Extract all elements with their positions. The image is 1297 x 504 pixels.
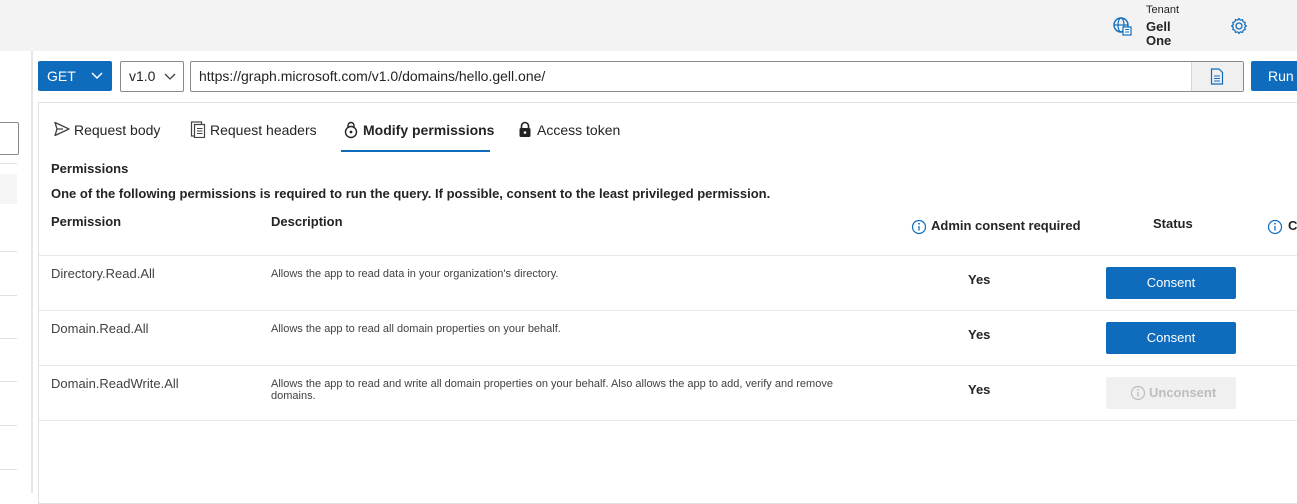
permission-description: Allows the app to read all domain proper…	[271, 323, 561, 335]
tab-request-headers[interactable]: Request headers	[190, 121, 320, 151]
url-input[interactable]: https://graph.microsoft.com/v1.0/domains…	[190, 61, 1244, 92]
permissions-note: One of the following permissions is requ…	[51, 186, 771, 201]
row-divider	[39, 420, 1297, 421]
tab-access-token[interactable]: Access token	[518, 121, 628, 151]
divider	[0, 163, 17, 164]
docs-button[interactable]	[1191, 62, 1243, 91]
permission-name: Domain.ReadWrite.All	[51, 376, 179, 391]
permissions-title: Permissions	[51, 161, 129, 176]
top-bar	[0, 0, 1297, 51]
divider	[0, 295, 17, 296]
document-icon	[1210, 68, 1224, 85]
divider	[0, 251, 17, 252]
permission-name: Directory.Read.All	[51, 266, 155, 281]
divider	[0, 469, 17, 470]
sidebar-search-box[interactable]	[0, 122, 19, 155]
consent-button[interactable]: Consent	[1106, 267, 1236, 299]
divider	[0, 425, 17, 426]
info-icon[interactable]	[911, 219, 927, 235]
admin-consent-value: Yes	[968, 327, 991, 342]
consent-button[interactable]: Consent	[1106, 322, 1236, 354]
tab-modify-permissions[interactable]: Modify permissions	[343, 121, 495, 151]
version-value: v1.0	[129, 68, 156, 84]
tab-label: Access token	[537, 122, 621, 138]
globe-building-icon	[1113, 17, 1132, 36]
lock-shield-icon	[344, 121, 358, 139]
column-header-truncated: C	[1288, 218, 1297, 233]
unconsent-label: Unconsent	[1149, 385, 1217, 400]
tab-label: Modify permissions	[363, 122, 495, 138]
row-divider	[39, 365, 1297, 366]
column-header-description: Description	[271, 214, 343, 229]
tab-label: Request headers	[210, 122, 317, 138]
tenant-label: Tenant	[1146, 4, 1180, 16]
sidebar-collapsed	[0, 51, 31, 493]
permission-description: Allows the app to read data in your orga…	[271, 268, 559, 280]
admin-consent-value: Yes	[968, 382, 991, 397]
row-divider	[39, 255, 1297, 256]
run-query-button[interactable]: Run	[1251, 61, 1297, 91]
column-header-permission: Permission	[51, 214, 122, 229]
info-icon[interactable]	[1267, 219, 1283, 235]
sidebar-item[interactable]	[0, 174, 17, 204]
sidebar-resize-handle[interactable]	[31, 51, 33, 493]
chevron-down-icon	[91, 72, 103, 80]
version-dropdown[interactable]: v1.0	[120, 61, 184, 92]
http-method-value: GET	[47, 68, 76, 84]
unconsent-button: Unconsent	[1106, 377, 1236, 409]
tenant-name[interactable]: Gell One	[1146, 20, 1186, 48]
tab-label: Request body	[74, 122, 161, 138]
divider	[0, 338, 17, 339]
column-header-status: Status	[1153, 216, 1193, 231]
row-divider	[39, 310, 1297, 311]
permission-name: Domain.Read.All	[51, 321, 149, 336]
send-icon	[54, 121, 70, 137]
tab-request-body[interactable]: Request body	[53, 121, 163, 151]
info-icon	[1130, 385, 1146, 401]
active-tab-indicator	[341, 150, 490, 152]
lock-icon	[519, 121, 531, 137]
divider	[0, 381, 17, 382]
gear-icon[interactable]	[1229, 16, 1249, 36]
document-list-icon	[190, 121, 206, 138]
column-header-admin-consent: Admin consent required	[931, 218, 1081, 233]
http-method-dropdown[interactable]: GET	[38, 61, 112, 91]
chevron-down-icon	[164, 73, 176, 80]
url-value: https://graph.microsoft.com/v1.0/domains…	[199, 68, 546, 84]
run-query-label: Run	[1268, 68, 1294, 84]
request-panel	[38, 102, 1297, 504]
permission-description: Allows the app to read and write all dom…	[271, 378, 833, 402]
admin-consent-value: Yes	[968, 272, 991, 287]
